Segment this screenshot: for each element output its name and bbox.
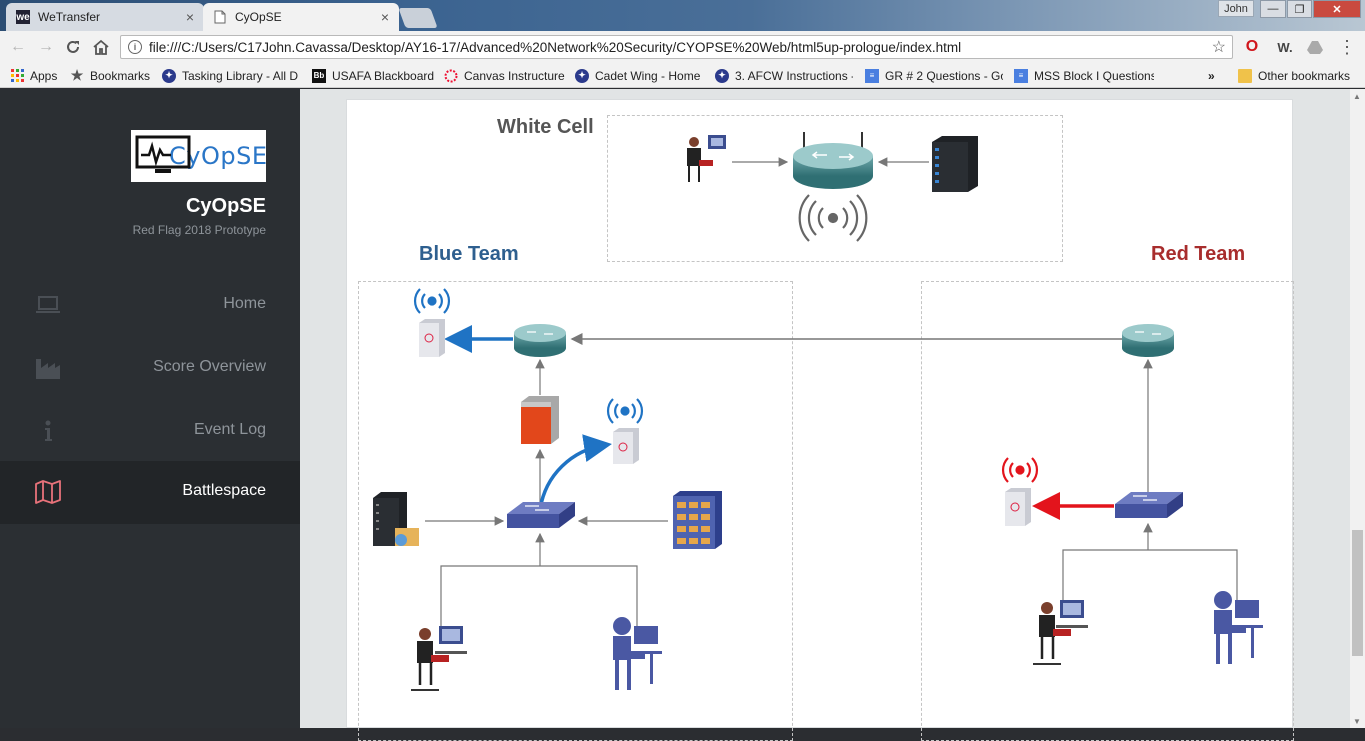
white-cell-operator-icon [687,135,726,182]
bookmark-star-icon[interactable]: ☆ [1212,37,1226,57]
minimize-button[interactable]: — [1260,0,1286,18]
scroll-up-icon[interactable]: ▲ [1353,92,1361,101]
blue-wireless-icon [413,288,451,314]
red-operator-silhouette-icon [1214,591,1263,664]
browser-toolbar: ← → i file:///C:/Users/C17John.Cavassa/D… [0,31,1365,63]
factory-icon [36,359,60,379]
site-info-icon[interactable]: i [128,40,142,54]
battlespace-card: White Cell Blue Team Red Team [346,99,1294,741]
drive-icon[interactable] [1306,38,1324,56]
blackboard-icon: Bb [312,68,326,83]
bookmark-tasking-library[interactable]: ✦ Tasking Library - All D [162,67,300,84]
bookmark-canvas[interactable]: Canvas Instructure [444,67,566,84]
back-arrow-icon[interactable]: ← [8,37,28,57]
nav-item-home[interactable]: Home [0,274,300,337]
blue-switch-icon [507,502,575,528]
blue-file-server-icon [373,492,419,546]
attack-arrow-blue-curved [538,434,612,511]
close-tab-icon[interactable]: × [381,9,389,25]
blue-operator-icon [411,626,467,691]
nav-item-event-log[interactable]: Event Log [0,400,300,463]
tab-title: WeTransfer [38,10,101,24]
nav-label: Home [223,295,266,312]
star-icon: ★ [70,67,84,83]
doc-icon: ≡ [865,68,879,83]
bookmark-gr2-questions[interactable]: ≡ GR # 2 Questions - Go [865,67,1003,84]
sidebar: CyOpSE CyOpSE Red Flag 2018 Prototype Ho… [0,89,300,728]
red-operator-icon [1033,600,1088,665]
other-bookmarks[interactable]: Other bookmarks [1238,67,1358,84]
blue-router-icon [514,324,566,357]
blue-target-device-icon [419,319,445,357]
red-switch-icon [1115,492,1183,518]
opera-icon[interactable]: O [1243,38,1261,56]
red-wireless-icon [1001,457,1039,483]
blue-storage-array-icon [673,491,722,549]
bookmark-apps[interactable]: Apps [10,67,62,84]
doc-icon: ≡ [1014,68,1028,83]
menu-kebab-icon[interactable]: ⋮ [1338,37,1356,57]
nav-label: Event Log [193,421,266,438]
maximize-button[interactable]: ❐ [1287,0,1312,18]
white-cell-router-icon [793,132,873,189]
home-icon[interactable] [91,37,111,57]
close-window-button[interactable]: ✕ [1313,0,1361,18]
close-tab-icon[interactable]: × [186,9,194,25]
scrollbar-thumb[interactable] [1352,530,1363,656]
bookmarks-bar: Apps ★ Bookmarks ✦ Tasking Library - All… [0,63,1365,88]
seal-icon: ✦ [162,68,176,83]
nav-item-battlespace[interactable]: Battlespace [0,461,300,524]
document-icon [213,10,227,24]
site-title[interactable]: CyOpSE [186,195,266,218]
map-icon [35,480,61,504]
blue-operator-silhouette-icon [613,617,662,690]
bookmark-cadet-wing[interactable]: ✦ Cadet Wing - Home [575,67,707,84]
url-text: file:///C:/Users/C17John.Cavassa/Desktop… [149,39,962,55]
nav-item-score-overview[interactable]: Score Overview [0,337,300,400]
forward-arrow-icon[interactable]: → [36,37,56,57]
seal-icon: ✦ [575,68,589,83]
page-scrollbar[interactable]: ▲ ▼ [1350,89,1365,728]
seal-icon: ✦ [715,68,729,83]
tab-title: CyOpSE [235,10,282,24]
link-line [440,565,638,630]
bookmarks-overflow-button[interactable]: » [1208,67,1222,84]
network-diagram [373,132,1263,691]
window-titlebar: we WeTransfer × CyOpSE × John — ❐ ✕ [0,0,1365,31]
bookmark-mss-block[interactable]: ≡ MSS Block I Questions [1014,67,1154,84]
nav-label: Battlespace [182,482,266,499]
bookmark-bookmarks[interactable]: ★ Bookmarks [70,67,154,84]
folder-icon [1238,68,1252,83]
white-cell-server-icon [932,136,978,192]
nav-label: Score Overview [153,358,266,375]
wikipedia-icon[interactable]: W. [1276,38,1294,56]
reload-icon[interactable] [63,37,83,57]
red-target-device-icon [1005,488,1031,526]
canvas-icon [444,69,458,83]
wireless-signal-icon [798,194,868,242]
link-line [1062,549,1238,600]
tab-wetransfer[interactable]: we WeTransfer × [6,3,204,31]
bookmark-afcw-instructions[interactable]: ✦ 3. AFCW Instructions - [715,67,853,84]
scroll-down-icon[interactable]: ▼ [1353,717,1361,726]
blue-target-device-icon-2 [613,428,639,464]
info-icon [45,420,52,441]
address-bar[interactable]: i file:///C:/Users/C17John.Cavassa/Deskt… [120,35,1233,59]
bookmark-usafa-blackboard[interactable]: Bb USAFA Blackboard [312,67,434,84]
firewall-icon [521,396,559,444]
new-tab-button[interactable] [398,8,438,28]
wetransfer-icon: we [16,10,30,24]
profile-button[interactable]: John [1218,0,1254,17]
red-router-icon [1122,324,1174,357]
main-content: White Cell Blue Team Red Team [300,89,1350,741]
laptop-icon [36,296,60,313]
monitor-pulse-icon [135,135,191,173]
site-subtitle: Red Flag 2018 Prototype [132,223,266,237]
cyopse-logo: CyOpSE [131,130,267,182]
tab-cyopse[interactable]: CyOpSE × [203,3,399,31]
apps-icon [10,69,24,83]
blue-wireless-icon-2 [606,398,644,424]
page: CyOpSE CyOpSE Red Flag 2018 Prototype Ho… [0,89,1365,741]
